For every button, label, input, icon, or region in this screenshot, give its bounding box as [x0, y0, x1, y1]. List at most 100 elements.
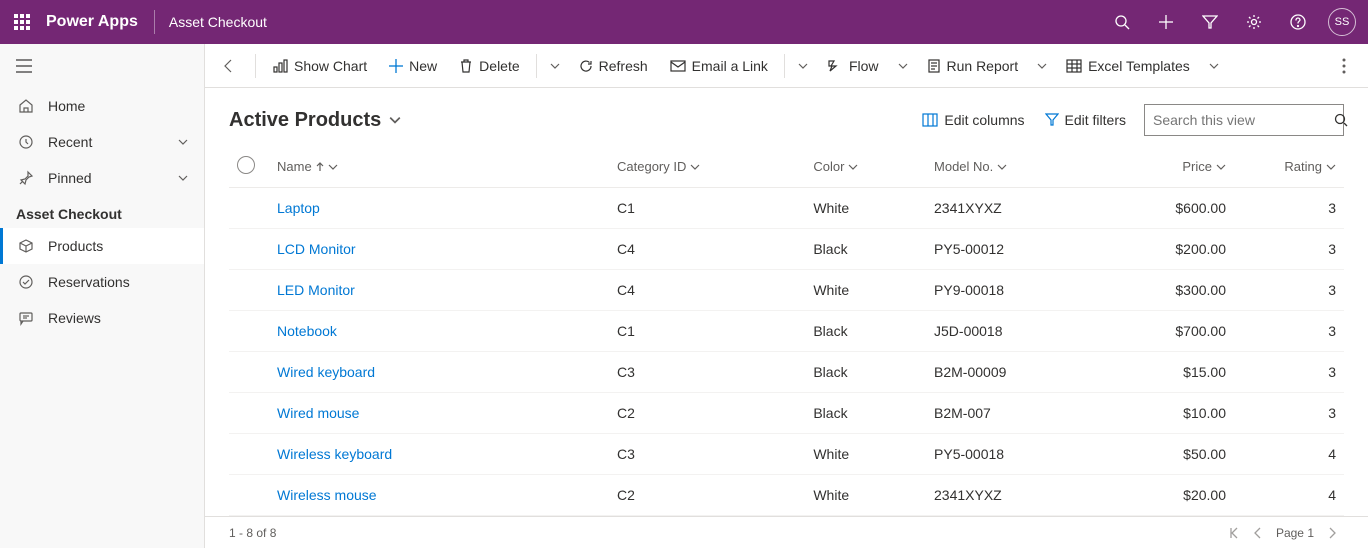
cell-category: C1 [609, 311, 805, 352]
select-all-header [229, 146, 269, 188]
table-row[interactable]: NotebookC1BlackJ5D-00018$700.003 [229, 311, 1344, 352]
row-select-cell [229, 434, 269, 475]
search-box[interactable] [1144, 104, 1344, 136]
row-select-cell [229, 229, 269, 270]
email-link-button[interactable]: Email a Link [660, 50, 778, 82]
record-link[interactable]: Wireless keyboard [277, 446, 392, 462]
excel-templates-button[interactable]: Excel Templates [1056, 50, 1200, 82]
new-button[interactable]: New [379, 50, 447, 82]
table-row[interactable]: LCD MonitorC4BlackPY5-00012$200.003 [229, 229, 1344, 270]
sidebar: Home Recent Pinned Asset Checkout Produc… [0, 44, 205, 548]
cell-model: J5D-00018 [926, 311, 1102, 352]
cell-model: PY5-00018 [926, 434, 1102, 475]
grid-footer: 1 - 8 of 8 Page 1 [205, 516, 1368, 548]
column-header-model[interactable]: Model No. [926, 146, 1102, 188]
avatar[interactable]: SS [1328, 8, 1356, 36]
more-commands-button[interactable] [1328, 50, 1360, 82]
record-link[interactable]: Laptop [277, 200, 320, 216]
waffle-icon[interactable] [12, 12, 32, 32]
sidebar-section-title: Asset Checkout [0, 196, 204, 228]
plus-icon [389, 59, 403, 73]
first-page-button[interactable] [1222, 521, 1246, 545]
columns-icon [922, 113, 938, 127]
view-selector-chevron[interactable] [389, 114, 401, 126]
sidebar-item-label: Reservations [48, 274, 188, 290]
row-select-cell [229, 311, 269, 352]
sidebar-item-pinned[interactable]: Pinned [0, 160, 204, 196]
cell-category: C2 [609, 393, 805, 434]
column-label: Rating [1284, 159, 1322, 174]
next-page-button[interactable] [1320, 521, 1344, 545]
app-header: Power Apps Asset Checkout SS [0, 0, 1368, 44]
flow-icon [827, 59, 843, 73]
record-link[interactable]: Wireless mouse [277, 487, 377, 503]
excel-chevron[interactable] [1202, 50, 1226, 82]
cmd-label: Edit columns [944, 112, 1024, 128]
sidebar-item-recent[interactable]: Recent [0, 124, 204, 160]
record-link[interactable]: LED Monitor [277, 282, 355, 298]
run-report-button[interactable]: Run Report [917, 50, 1029, 82]
sidebar-item-reviews[interactable]: Reviews [0, 300, 204, 336]
edit-filters-button[interactable]: Edit filters [1035, 104, 1136, 136]
flow-chevron[interactable] [891, 50, 915, 82]
row-select-cell [229, 475, 269, 516]
cell-price: $700.00 [1102, 311, 1234, 352]
excel-icon [1066, 59, 1082, 73]
cell-rating: 3 [1234, 229, 1344, 270]
search-icon[interactable] [1100, 0, 1144, 44]
home-icon [16, 98, 36, 114]
sidebar-item-label: Products [48, 238, 188, 254]
show-chart-button[interactable]: Show Chart [262, 50, 377, 82]
help-icon[interactable] [1276, 0, 1320, 44]
run-report-chevron[interactable] [1030, 50, 1054, 82]
record-link[interactable]: Wired mouse [277, 405, 359, 421]
pin-icon [16, 170, 36, 186]
chevron-down-icon [178, 137, 188, 147]
table-row[interactable]: Wired mouseC2BlackB2M-007$10.003 [229, 393, 1344, 434]
sidebar-item-products[interactable]: Products [0, 228, 204, 264]
filter-icon[interactable] [1188, 0, 1232, 44]
table-row[interactable]: Wired keyboardC3BlackB2M-00009$15.003 [229, 352, 1344, 393]
cmd-label: Run Report [947, 58, 1019, 74]
table-row[interactable]: LaptopC1White2341XYXZ$600.003 [229, 188, 1344, 229]
avatar-initials: SS [1335, 16, 1350, 28]
mail-icon [670, 59, 686, 73]
cell-model: PY5-00012 [926, 229, 1102, 270]
gear-icon[interactable] [1232, 0, 1276, 44]
sidebar-item-home[interactable]: Home [0, 88, 204, 124]
record-link[interactable]: Notebook [277, 323, 337, 339]
refresh-button[interactable]: Refresh [569, 50, 658, 82]
prev-page-button[interactable] [1246, 521, 1270, 545]
column-header-rating[interactable]: Rating [1234, 146, 1344, 188]
back-button[interactable] [213, 50, 245, 82]
table-row[interactable]: Wireless mouseC2White2341XYXZ$20.004 [229, 475, 1344, 516]
email-split-chevron[interactable] [791, 50, 815, 82]
delete-split-chevron[interactable] [543, 50, 567, 82]
app-name-label: Asset Checkout [169, 14, 267, 30]
record-link[interactable]: LCD Monitor [277, 241, 356, 257]
flow-button[interactable]: Flow [817, 50, 889, 82]
sidebar-item-reservations[interactable]: Reservations [0, 264, 204, 300]
table-row[interactable]: LED MonitorC4WhitePY9-00018$300.003 [229, 270, 1344, 311]
column-header-price[interactable]: Price [1102, 146, 1234, 188]
table-row[interactable]: Wireless keyboardC3WhitePY5-00018$50.004 [229, 434, 1344, 475]
edit-columns-button[interactable]: Edit columns [912, 104, 1034, 136]
column-header-color[interactable]: Color [805, 146, 926, 188]
row-select-cell [229, 393, 269, 434]
select-all-checkbox[interactable] [237, 156, 255, 174]
cell-price: $20.00 [1102, 475, 1234, 516]
cell-name: Wired keyboard [269, 352, 609, 393]
search-input[interactable] [1153, 112, 1334, 128]
delete-button[interactable]: Delete [449, 50, 529, 82]
record-link[interactable]: Wired keyboard [277, 364, 375, 380]
column-header-category[interactable]: Category ID [609, 146, 805, 188]
cell-color: Black [805, 393, 926, 434]
column-header-name[interactable]: Name [269, 146, 609, 188]
hamburger-icon[interactable] [0, 44, 204, 88]
cell-price: $300.00 [1102, 270, 1234, 311]
sidebar-item-label: Pinned [48, 170, 178, 186]
funnel-icon [1045, 113, 1059, 127]
cell-price: $15.00 [1102, 352, 1234, 393]
add-icon[interactable] [1144, 0, 1188, 44]
cell-model: PY9-00018 [926, 270, 1102, 311]
